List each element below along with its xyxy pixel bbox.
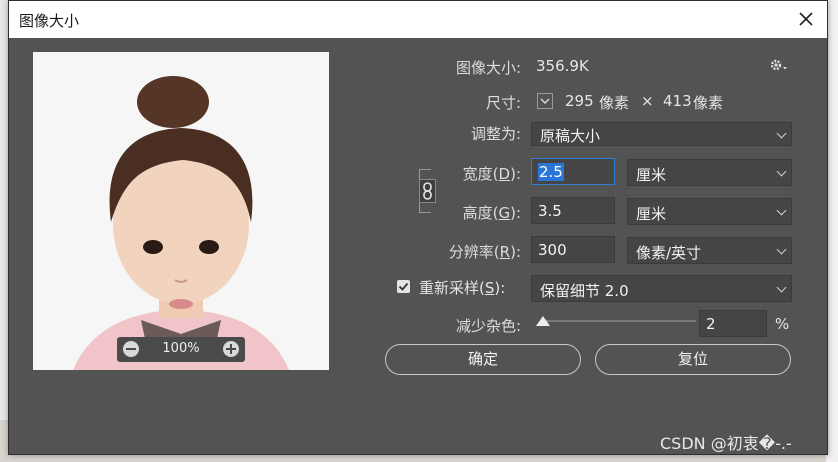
width-input[interactable]: 2.5 <box>531 158 615 185</box>
fit-to-dropdown[interactable]: 原稿大小 <box>531 122 792 146</box>
noise-input[interactable]: 2 <box>699 310 767 337</box>
dimensions-label: 尺寸: <box>485 94 521 112</box>
resolution-unit-value: 像素/英寸 <box>636 244 702 262</box>
dimensions-dropdown-icon[interactable] <box>537 93 553 109</box>
resample-label: 重新采样(S): <box>419 279 506 297</box>
dimensions-height-value: 413 <box>663 92 692 110</box>
chevron-down-icon <box>776 166 787 177</box>
image-preview[interactable]: 100% <box>33 52 329 370</box>
width-value: 2.5 <box>538 163 564 181</box>
watermark-text: CSDN @初衷�-.- <box>660 434 792 453</box>
image-size-dialog: 图像大小 100% 图像大小: 356.9K 尺寸: 295 像素 × 413 … <box>8 0 828 455</box>
height-unit-dropdown[interactable]: 厘米 <box>627 198 792 225</box>
width-unit-dropdown[interactable]: 厘米 <box>627 159 792 186</box>
height-unit-value: 厘米 <box>636 205 667 223</box>
window-title: 图像大小 <box>19 12 80 30</box>
resolution-label: 分辨率(R): <box>448 243 521 261</box>
chevron-down-icon <box>776 282 787 293</box>
image-size-label: 图像大小: <box>455 59 521 77</box>
resample-method-dropdown[interactable]: 保留细节 2.0 <box>531 275 792 302</box>
chevron-down-icon <box>776 128 787 139</box>
dimensions-unit-2: 像素 <box>693 94 724 112</box>
noise-slider-track[interactable] <box>544 320 696 322</box>
fit-to-label: 调整为: <box>470 125 521 143</box>
zoom-control: 100% <box>117 337 245 362</box>
width-unit-value: 厘米 <box>636 166 667 184</box>
dimensions-unit-1: 像素 <box>599 94 630 112</box>
chevron-down-icon <box>776 205 787 216</box>
height-input[interactable]: 3.5 <box>531 197 615 224</box>
image-size-value: 356.9K <box>536 57 589 75</box>
resolution-input[interactable]: 300 <box>531 236 615 263</box>
resample-method-value: 保留细节 2.0 <box>540 282 629 300</box>
fit-to-value: 原稿大小 <box>540 127 601 145</box>
settings-gear-icon[interactable] <box>769 57 789 77</box>
dimensions-times: × <box>641 92 654 110</box>
title-bar: 图像大小 <box>9 1 827 38</box>
portrait-image <box>33 52 329 370</box>
resample-checkbox[interactable] <box>397 280 410 293</box>
dimensions-width-value: 295 <box>565 92 594 110</box>
zoom-in-icon[interactable] <box>223 341 239 357</box>
width-label: 宽度(D): <box>462 165 521 183</box>
noise-unit: % <box>775 315 790 333</box>
reduce-noise-label: 减少杂色: <box>455 317 521 335</box>
close-icon[interactable] <box>791 4 821 34</box>
height-label: 高度(G): <box>462 204 521 222</box>
ok-button[interactable]: 确定 <box>385 344 581 375</box>
chevron-down-icon <box>776 244 787 255</box>
resolution-unit-dropdown[interactable]: 像素/英寸 <box>627 237 792 264</box>
noise-slider-thumb[interactable] <box>536 316 550 326</box>
reset-button[interactable]: 复位 <box>595 344 791 375</box>
